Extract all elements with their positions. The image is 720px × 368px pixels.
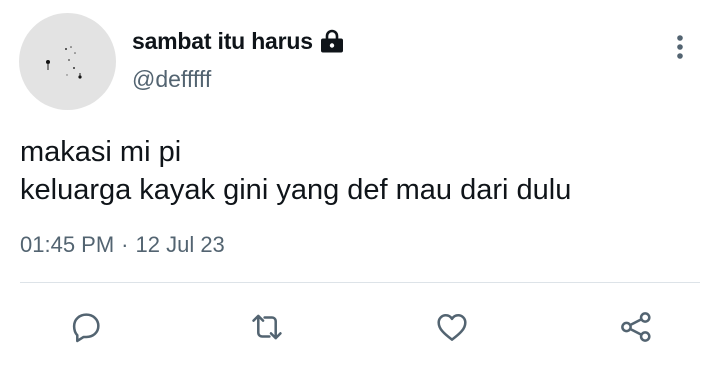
more-vertical-icon [677,35,683,59]
tweet-card: sambat itu harus @defffff makasi mi pi k… [0,0,720,368]
author-display-name[interactable]: sambat itu harus [132,28,313,55]
heart-icon [437,314,467,341]
reply-button[interactable] [66,307,106,347]
avatar[interactable] [19,13,116,110]
tweet-text-line: keluarga kayak gini yang def mau dari du… [20,174,572,206]
tweet-date: 12 Jul 23 [135,232,225,257]
reply-icon [72,313,100,343]
author-handle[interactable]: @defffff [132,66,211,93]
divider [20,282,700,283]
lock-icon [319,29,345,53]
timestamp-separator: · [121,232,129,257]
tweet-text-line: makasi mi pi [20,136,182,168]
tweet-timestamp[interactable]: 01:45 PM · 12 Jul 23 [20,232,225,258]
tweet-text: makasi mi pi keluarga kayak gini yang de… [20,133,571,209]
retweet-button[interactable] [247,307,287,347]
avatar-image [46,46,82,79]
share-icon [621,312,651,342]
share-button[interactable] [616,307,656,347]
more-options-button[interactable] [668,30,692,64]
author-name-row: sambat itu harus [132,26,345,56]
retweet-icon [252,314,282,340]
like-button[interactable] [432,307,472,347]
tweet-time: 01:45 PM [20,232,115,257]
